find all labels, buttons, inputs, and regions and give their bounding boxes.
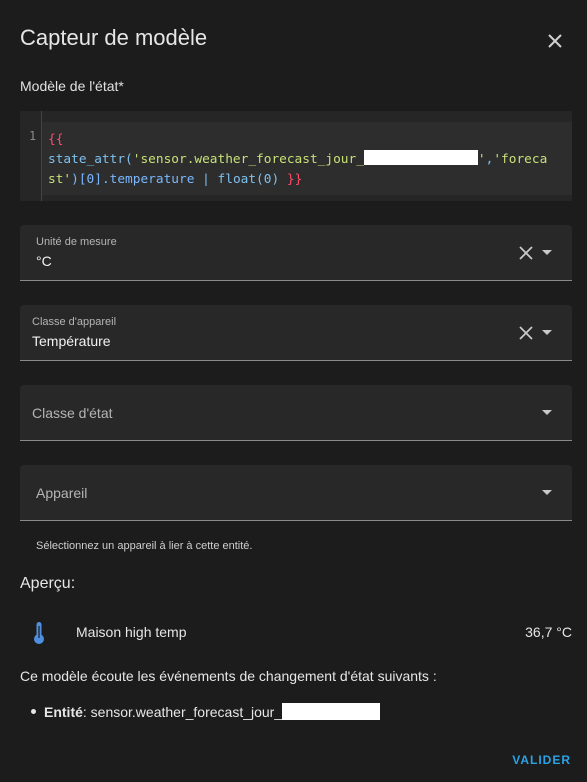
- code-arg2-a: 'foreca: [493, 152, 548, 167]
- redacted-block: [282, 703, 381, 720]
- preview-entity-name: Maison high temp: [76, 624, 187, 640]
- bullet: [31, 709, 36, 714]
- code-close-brace: }}: [279, 172, 303, 187]
- submit-button[interactable]: VALIDER: [512, 753, 571, 767]
- state-class-field[interactable]: Classe d'état: [20, 385, 572, 441]
- line-number: 1: [29, 129, 37, 143]
- code-content[interactable]: {{ state_attr('sensor.weather_forecast_j…: [48, 130, 572, 190]
- thermometer-icon: [34, 622, 44, 644]
- entity-separator: :: [82, 703, 91, 720]
- device-class-field[interactable]: Classe d'appareil Température: [20, 305, 572, 361]
- code-index: )[0].temperature: [71, 172, 195, 187]
- code-arg1: 'sensor.weather_forecast_jour_: [132, 152, 364, 167]
- clear-icon[interactable]: [518, 245, 534, 261]
- listen-description: Ce modèle écoute les événements de chang…: [20, 668, 437, 684]
- list-item: Entité: sensor.weather_forecast_jour_: [31, 703, 381, 720]
- dialog-title: Capteur de modèle: [20, 25, 208, 50]
- unit-label: Unité de mesure: [36, 236, 117, 248]
- code-open-brace: {{: [48, 132, 64, 147]
- state-class-placeholder: Classe d'état: [32, 405, 113, 421]
- device-class-value: Température: [32, 333, 111, 349]
- state-template-label: Modèle de l'état*: [20, 78, 124, 94]
- preview-entity-value: 36,7 °C: [525, 624, 572, 640]
- code-paren: (: [125, 152, 133, 167]
- unit-value: °C: [36, 253, 52, 269]
- unit-of-measurement-field[interactable]: Unité de mesure °C: [20, 225, 572, 281]
- code-function: state_attr: [48, 152, 126, 167]
- chevron-down-icon[interactable]: [542, 330, 552, 335]
- device-class-label: Classe d'appareil: [32, 316, 117, 328]
- chevron-down-icon[interactable]: [542, 410, 552, 415]
- chevron-down-icon[interactable]: [542, 490, 552, 495]
- device-placeholder: Appareil: [36, 485, 88, 501]
- device-field[interactable]: Appareil: [20, 465, 572, 521]
- close-icon: [548, 34, 562, 48]
- redacted-block: [363, 150, 478, 165]
- editor-gutter: [20, 111, 42, 201]
- close-button[interactable]: [540, 26, 570, 56]
- code-arg1-end: ': [477, 152, 486, 167]
- entity-label: Entité: [44, 703, 83, 720]
- code-filter: float(0): [217, 172, 280, 187]
- clear-icon[interactable]: [518, 325, 534, 341]
- preview-heading: Aperçu:: [20, 575, 76, 592]
- template-sensor-dialog: Capteur de modèle Modèle de l'état* 1 {{…: [0, 0, 587, 782]
- device-helper-text: Sélectionnez un appareil à lier à cette …: [36, 540, 253, 552]
- code-arg2-b: st': [48, 172, 72, 187]
- code-pipe: |: [194, 172, 218, 187]
- chevron-down-icon[interactable]: [542, 250, 552, 255]
- state-template-editor[interactable]: 1 {{ state_attr('sensor.weather_forecast…: [20, 111, 572, 201]
- entity-id: sensor.weather_forecast_jour_: [90, 703, 283, 720]
